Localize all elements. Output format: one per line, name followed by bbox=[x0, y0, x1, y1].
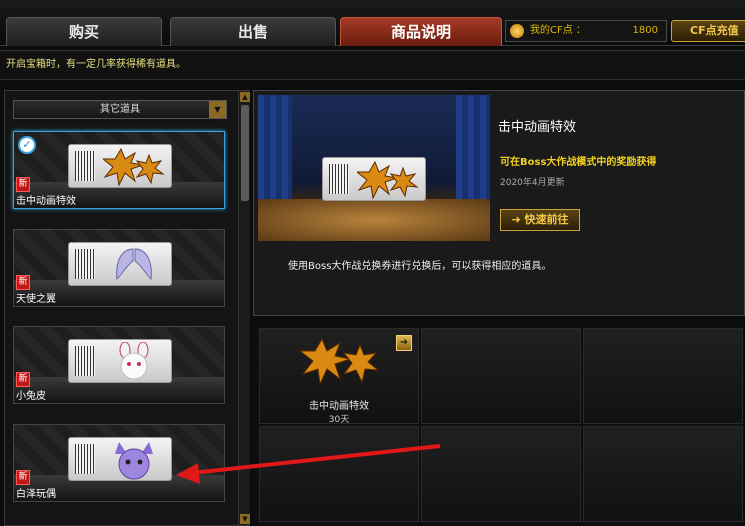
category-dropdown[interactable]: 其它道具 ▼ bbox=[13, 100, 227, 119]
notice-text: 开启宝箱时，有一定几率获得稀有道具。 bbox=[0, 50, 745, 80]
cf-points-display: 我的CF点 ： 1800 bbox=[505, 20, 667, 42]
item-name: 白泽玩偶 bbox=[16, 489, 56, 500]
scrollbar[interactable]: ▲ ▼ bbox=[238, 91, 250, 525]
reward-cell[interactable]: ➜ 击中动画特效 30天 bbox=[259, 328, 419, 425]
ticket-image bbox=[68, 242, 172, 286]
reward-grid: ➜ 击中动画特效 30天 bbox=[253, 322, 745, 526]
cf-points-value: 1800 bbox=[632, 25, 658, 36]
list-item[interactable]: ✓ 新 击中动画特效 bbox=[13, 131, 225, 209]
new-badge: 新 bbox=[16, 177, 30, 192]
reward-cell-empty bbox=[421, 328, 581, 424]
category-label: 其它道具 bbox=[100, 104, 140, 115]
ticket-image bbox=[68, 437, 172, 481]
tab-item-description[interactable]: 商品说明 bbox=[340, 17, 502, 46]
ticket-image bbox=[68, 144, 172, 188]
explosion-icon bbox=[357, 160, 419, 200]
scroll-up-icon[interactable]: ▲ bbox=[240, 92, 250, 102]
baize-doll-icon bbox=[115, 442, 153, 480]
item-name: 小兔皮 bbox=[16, 391, 46, 402]
angel-wings-icon bbox=[116, 248, 152, 281]
quick-goto-button[interactable]: ➜ 快速前往 bbox=[500, 209, 580, 231]
detail-date: 2020年4月更新 bbox=[500, 178, 565, 188]
reward-cell-empty bbox=[583, 328, 743, 424]
explosion-icon bbox=[103, 147, 165, 187]
top-tab-bar: 购买 出售 商品说明 我的CF点 ： 1800 CF点充值 bbox=[0, 0, 745, 46]
reward-cell-empty bbox=[259, 426, 419, 522]
list-item[interactable]: 新 天使之翼 bbox=[13, 229, 225, 307]
scroll-thumb[interactable] bbox=[241, 105, 249, 201]
detail-source: 可在Boss大作战模式中的奖励获得 bbox=[500, 157, 657, 168]
explosion-icon bbox=[300, 337, 380, 386]
reward-duration: 30天 bbox=[328, 415, 350, 425]
share-icon[interactable]: ➜ bbox=[396, 335, 412, 351]
stage-preview-image bbox=[258, 95, 490, 241]
rabbit-icon bbox=[119, 342, 149, 380]
ticket-image bbox=[68, 339, 172, 383]
item-list-panel: 其它道具 ▼ ✓ 新 击中动画特效 新 天使之翼 新 小兔皮 新 白泽玩偶 ▲ … bbox=[4, 90, 250, 526]
reward-name: 击中动画特效 bbox=[309, 401, 369, 412]
check-icon: ✓ bbox=[18, 136, 36, 154]
chevron-down-icon[interactable]: ▼ bbox=[209, 101, 226, 118]
item-detail-panel: 击中动画特效 可在Boss大作战模式中的奖励获得 2020年4月更新 ➜ 快速前… bbox=[253, 90, 745, 316]
ticket-image bbox=[322, 157, 426, 201]
new-badge: 新 bbox=[16, 275, 30, 290]
scroll-down-icon[interactable]: ▼ bbox=[240, 514, 250, 524]
new-badge: 新 bbox=[16, 470, 30, 485]
cf-points-label: 我的CF点 ： bbox=[530, 25, 586, 36]
detail-description: 使用Boss大作战兑换券进行兑换后，可以获得相应的道具。 bbox=[288, 261, 552, 272]
detail-title: 击中动画特效 bbox=[498, 120, 577, 135]
recharge-button[interactable]: CF点充值 bbox=[671, 20, 745, 42]
reward-cell-empty bbox=[583, 426, 743, 522]
list-item[interactable]: 新 小兔皮 bbox=[13, 326, 225, 404]
tab-buy[interactable]: 购买 bbox=[6, 17, 162, 46]
tab-sell[interactable]: 出售 bbox=[170, 17, 336, 46]
new-badge: 新 bbox=[16, 372, 30, 387]
coin-icon bbox=[510, 24, 524, 38]
item-name: 天使之翼 bbox=[16, 294, 56, 305]
item-name: 击中动画特效 bbox=[16, 196, 76, 207]
list-item[interactable]: 新 白泽玩偶 bbox=[13, 424, 225, 502]
reward-cell-empty bbox=[421, 426, 581, 522]
